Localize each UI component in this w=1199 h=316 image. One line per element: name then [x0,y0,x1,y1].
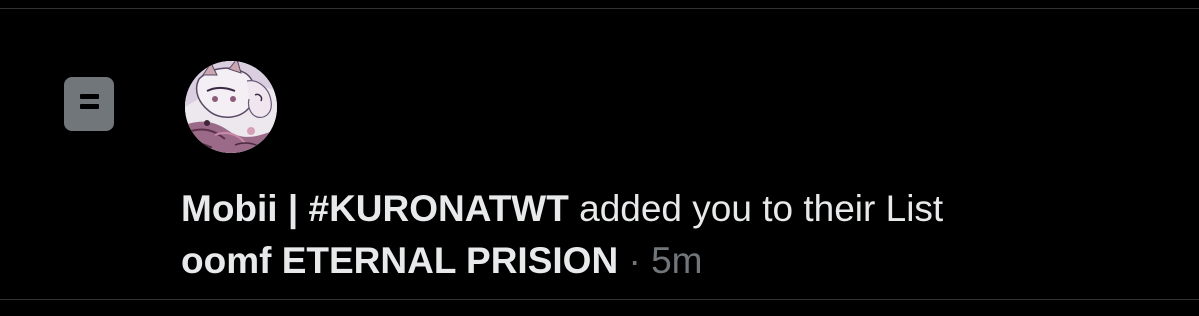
list-icon [64,77,114,131]
user-display-name[interactable]: Mobii | #KURONATWT [181,188,569,229]
anime-avatar-icon [185,61,277,153]
timestamp: 5m [651,240,703,281]
list-name[interactable]: oomf ETERNAL PRISION [181,240,618,281]
user-avatar[interactable] [185,61,277,153]
notification-line-1: Mobii | #KURONATWT added you to their Li… [181,183,943,235]
separator-dot: · [618,240,652,281]
divider-bottom [0,299,1199,300]
notification-message: Mobii | #KURONATWT added you to their Li… [181,183,943,287]
notification-line-2: oomf ETERNAL PRISION · 5m [181,235,943,287]
action-text: added you to their List [568,188,944,229]
list-added-notification[interactable]: Mobii | #KURONATWT added you to their Li… [0,9,1199,299]
